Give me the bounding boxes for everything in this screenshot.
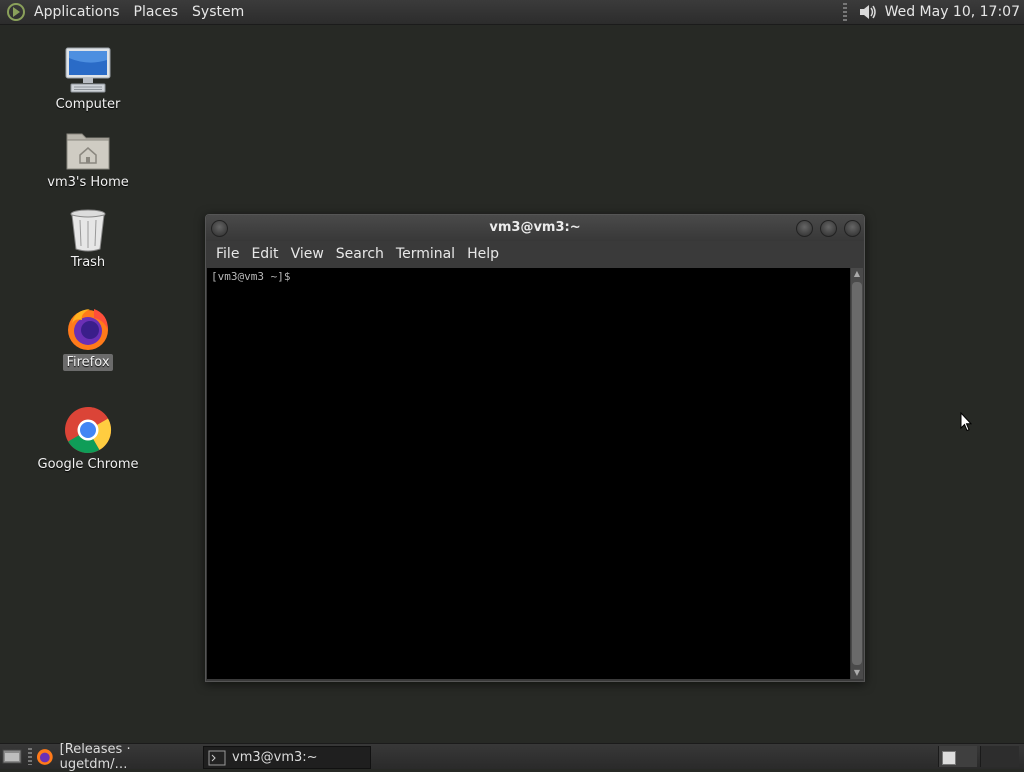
shell-prompt: [vm3@vm3 ~]$	[211, 270, 291, 283]
terminal-output[interactable]: [vm3@vm3 ~]$	[207, 268, 850, 679]
panel-separator	[28, 748, 32, 765]
bottom-panel: [Releases · ugetdm/… vm3@vm3:~	[0, 742, 1024, 772]
desktop-icon-firefox[interactable]: Firefox	[33, 306, 143, 371]
terminal-menubar: File Edit View Search Terminal Help	[206, 241, 864, 267]
taskbar-item-firefox[interactable]: [Releases · ugetdm/…	[36, 742, 200, 772]
places-menu[interactable]: Places	[134, 4, 179, 20]
desktop-icon-computer[interactable]: Computer	[33, 46, 143, 113]
desktop-icon-label: Trash	[70, 255, 106, 270]
desktop-icon-trash[interactable]: Trash	[33, 208, 143, 271]
desktop-icon-label: Computer	[55, 97, 121, 112]
workspace-1[interactable]	[938, 746, 977, 767]
terminal-window[interactable]: vm3@vm3:~ File Edit View Search Terminal…	[205, 214, 865, 682]
workspace-2[interactable]	[980, 746, 1019, 767]
taskbar-item-label: [Releases · ugetdm/…	[59, 741, 131, 772]
firefox-icon	[68, 309, 108, 350]
scroll-up-arrow-icon[interactable]: ▲	[851, 268, 863, 280]
terminal-icon	[208, 750, 226, 765]
menu-terminal[interactable]: Terminal	[396, 246, 455, 262]
window-titlebar[interactable]: vm3@vm3:~	[206, 215, 864, 241]
computer-icon	[65, 47, 111, 93]
minimize-button[interactable]	[796, 220, 813, 237]
top-panel-tray: Wed May 10, 17:07	[842, 0, 1024, 24]
desktop-icon-home[interactable]: vm3's Home	[33, 128, 143, 191]
terminal-scrollbar[interactable]: ▲ ▼	[851, 268, 863, 679]
scroll-down-arrow-icon[interactable]: ▼	[851, 667, 863, 679]
trash-icon	[70, 209, 106, 252]
menu-help[interactable]: Help	[467, 246, 499, 262]
show-desktop-icon[interactable]	[2, 748, 22, 765]
menu-file[interactable]: File	[216, 246, 239, 262]
firefox-icon	[36, 748, 53, 765]
mouse-pointer-icon	[960, 412, 972, 432]
applications-menu[interactable]: Applications	[34, 4, 120, 20]
window-title: vm3@vm3:~	[489, 220, 581, 235]
menu-edit[interactable]: Edit	[251, 246, 278, 262]
close-button[interactable]	[844, 220, 861, 237]
menu-search[interactable]: Search	[336, 246, 384, 262]
taskbar-item-label: vm3@vm3:~	[232, 750, 318, 765]
top-panel: Applications Places System Wed May 10, 1…	[0, 0, 1024, 25]
desktop-icon-chrome[interactable]: Google Chrome	[33, 406, 143, 473]
desktop-icon-label: Google Chrome	[37, 457, 139, 472]
scroll-thumb[interactable]	[852, 282, 862, 665]
panel-separator	[842, 3, 847, 21]
system-menu[interactable]: System	[192, 4, 244, 20]
chrome-icon	[65, 406, 112, 453]
workspace-window-thumbnail	[942, 751, 956, 765]
desktop-icon-label: vm3's Home	[47, 175, 129, 190]
home-folder-icon	[66, 133, 110, 170]
menu-view[interactable]: View	[291, 246, 324, 262]
maximize-button[interactable]	[820, 220, 837, 237]
volume-icon[interactable]	[857, 2, 879, 22]
distro-logo-icon[interactable]	[6, 2, 26, 22]
clock[interactable]: Wed May 10, 17:07	[885, 4, 1020, 20]
taskbar-item-terminal[interactable]: vm3@vm3:~	[203, 746, 371, 769]
desktop-icon-label: Firefox	[63, 354, 113, 371]
